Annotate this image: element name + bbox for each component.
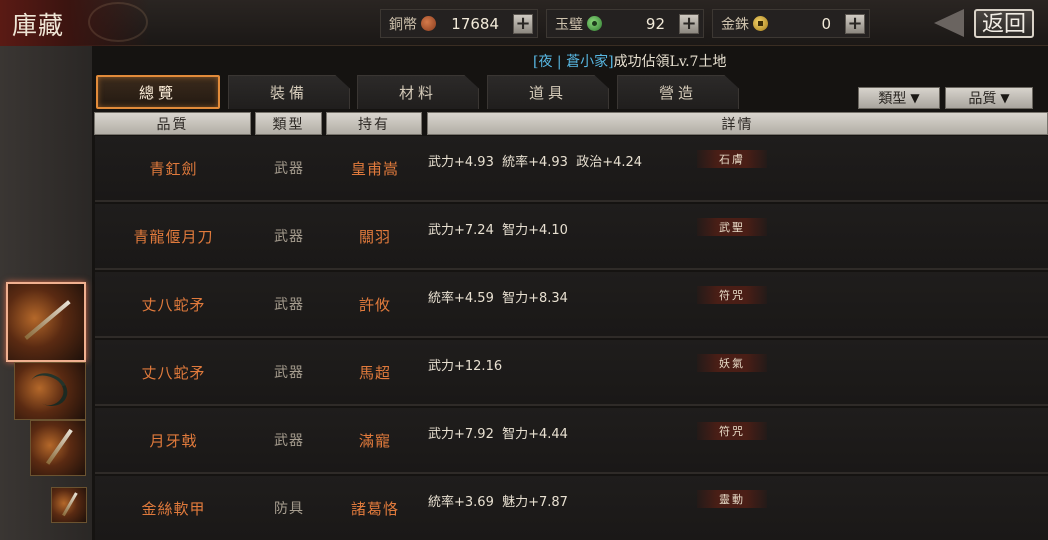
item-owner: 滿寵 bbox=[358, 431, 391, 450]
item-skill-badge: 妖氣 bbox=[697, 354, 767, 372]
cloud-ornament-icon bbox=[88, 2, 148, 42]
back-button[interactable]: 返回 bbox=[930, 7, 1040, 40]
item-skill-badge: 符咒 bbox=[697, 422, 767, 440]
quality-filter-label: 品質 bbox=[968, 91, 997, 107]
quality-filter-dropdown[interactable]: 品質 ▼ bbox=[945, 87, 1033, 109]
item-type: 武器 bbox=[274, 365, 304, 381]
back-button-label: 返回 bbox=[973, 9, 1034, 38]
table-row[interactable]: 青龍偃月刀 武器 關羽 武力+7.24 智力+4.10 武聖 bbox=[95, 204, 1048, 270]
spear-shaft-shape bbox=[46, 429, 73, 466]
notice-message: 成功佔領Lv.7土地 bbox=[613, 54, 727, 70]
item-owner: 馬超 bbox=[358, 363, 391, 382]
column-header-quality[interactable]: 品質 bbox=[94, 112, 251, 135]
item-skill-badge: 石膚 bbox=[697, 150, 767, 168]
tab-construction[interactable]: 營造 bbox=[617, 75, 739, 109]
item-type: 武器 bbox=[274, 161, 304, 177]
curved-blade-thumbnail-icon[interactable] bbox=[14, 362, 86, 420]
gold-coin-icon bbox=[753, 16, 768, 31]
sword-blade-shape bbox=[24, 300, 72, 341]
item-owner: 許攸 bbox=[358, 295, 391, 314]
item-owner: 皇甫嵩 bbox=[350, 159, 399, 178]
sword-thumbnail-icon[interactable] bbox=[6, 282, 86, 362]
tab-equipment[interactable]: 裝備 bbox=[228, 75, 350, 109]
gold-label: 金銖 bbox=[721, 16, 749, 33]
tab-overview[interactable]: 總覽 bbox=[96, 75, 220, 109]
table-row[interactable]: 丈八蛇矛 武器 許攸 統率+4.59 智力+8.34 符咒 bbox=[95, 272, 1048, 338]
item-name: 丈八蛇矛 bbox=[141, 363, 206, 382]
jade-value: 92 bbox=[645, 14, 665, 33]
item-name: 青釭劍 bbox=[149, 159, 198, 178]
item-name: 金絲軟甲 bbox=[141, 499, 206, 518]
jade-currency-box: 玉璧 92 + bbox=[546, 9, 704, 38]
top-bar: 庫藏 銅幣 17684 + 玉璧 92 + 金銖 0 + 返回 bbox=[0, 0, 1048, 46]
item-name: 月牙戟 bbox=[149, 431, 198, 450]
item-stats: 統率+4.59 智力+8.34 bbox=[428, 290, 568, 306]
item-stats: 武力+7.24 智力+4.10 bbox=[428, 222, 568, 238]
spear-thumbnail-icon[interactable] bbox=[30, 420, 86, 476]
item-skill-badge: 靈動 bbox=[697, 490, 767, 508]
jade-label: 玉璧 bbox=[555, 16, 583, 33]
notice-separator: | bbox=[552, 54, 567, 70]
copper-value: 17684 bbox=[451, 14, 499, 33]
capture-notice: [夜 | 蒼小家]成功佔領Lv.7土地 bbox=[533, 51, 726, 71]
gold-currency-box: 金銖 0 + bbox=[712, 9, 870, 38]
column-header-type[interactable]: 類型 bbox=[255, 112, 322, 135]
item-name: 丈八蛇矛 bbox=[141, 295, 206, 314]
item-stats: 武力+12.16 bbox=[428, 358, 503, 374]
table-row[interactable]: 金絲軟甲 防具 諸葛恪 統率+3.69 魅力+7.87 靈動 bbox=[95, 476, 1048, 540]
add-copper-button[interactable]: + bbox=[513, 14, 533, 34]
item-owner: 關羽 bbox=[358, 227, 391, 246]
copper-label: 銅幣 bbox=[389, 16, 417, 33]
curved-blade-shape bbox=[24, 367, 73, 412]
item-stats: 統率+3.69 魅力+7.87 bbox=[428, 494, 568, 510]
halberd-thumbnail-icon[interactable] bbox=[51, 487, 87, 523]
item-owner: 諸葛恪 bbox=[350, 499, 399, 518]
chevron-down-icon: ▼ bbox=[910, 91, 920, 105]
gold-value: 0 bbox=[821, 14, 831, 33]
item-type: 武器 bbox=[274, 433, 304, 449]
page-title: 庫藏 bbox=[12, 11, 65, 40]
item-type: 武器 bbox=[274, 229, 304, 245]
table-row[interactable]: 青釭劍 武器 皇甫嵩 武力+4.93 統率+4.93 政治+4.24 石膚 bbox=[95, 136, 1048, 202]
item-type: 武器 bbox=[274, 297, 304, 313]
table-row[interactable]: 月牙戟 武器 滿寵 武力+7.92 智力+4.44 符咒 bbox=[95, 408, 1048, 474]
chevron-down-icon: ▼ bbox=[1000, 91, 1010, 105]
copper-coin-icon bbox=[421, 16, 436, 31]
item-name: 青龍偃月刀 bbox=[133, 227, 214, 246]
item-stats: 武力+7.92 智力+4.44 bbox=[428, 426, 568, 442]
copper-currency-box: 銅幣 17684 + bbox=[380, 9, 538, 38]
notice-player-link[interactable]: 蒼小家 bbox=[566, 54, 608, 70]
type-filter-label: 類型 bbox=[878, 91, 907, 107]
add-jade-button[interactable]: + bbox=[679, 14, 699, 34]
column-header-owner[interactable]: 持有 bbox=[326, 112, 422, 135]
tab-items[interactable]: 道具 bbox=[487, 75, 609, 109]
type-filter-dropdown[interactable]: 類型 ▼ bbox=[858, 87, 940, 109]
item-type: 防具 bbox=[274, 501, 304, 517]
add-gold-button[interactable]: + bbox=[845, 14, 865, 34]
tab-materials[interactable]: 材料 bbox=[357, 75, 479, 109]
jade-disc-icon bbox=[587, 16, 602, 31]
item-skill-badge: 武聖 bbox=[697, 218, 767, 236]
notice-team: 夜 bbox=[538, 54, 553, 70]
item-skill-badge: 符咒 bbox=[697, 286, 767, 304]
back-arrow-icon bbox=[934, 9, 964, 37]
item-stats: 武力+4.93 統率+4.93 政治+4.24 bbox=[428, 154, 643, 170]
halberd-shaft-shape bbox=[62, 493, 78, 517]
table-row[interactable]: 丈八蛇矛 武器 馬超 武力+12.16 妖氣 bbox=[95, 340, 1048, 406]
